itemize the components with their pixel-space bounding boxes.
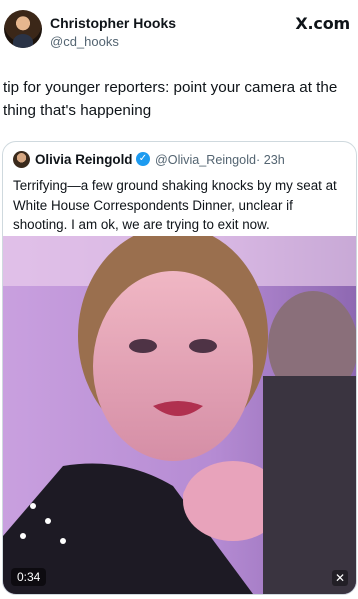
quoted-author-handle[interactable]: @Olivia_Reingold — [155, 153, 256, 167]
x-logo: X.com — [295, 14, 350, 33]
quoted-author-avatar[interactable] — [13, 151, 30, 168]
video-frame — [3, 236, 356, 594]
quoted-author-name[interactable]: Olivia Reingold — [35, 152, 132, 167]
mute-icon[interactable]: ✕ — [332, 570, 348, 586]
video-player[interactable]: 0:34 ✕ — [3, 236, 356, 594]
author-handle[interactable]: @cd_hooks — [50, 34, 119, 49]
quoted-tweet-text: Terrifying—a few ground shaking knocks b… — [13, 178, 337, 232]
tweet-header: Christopher Hooks @cd_hooks X.com — [0, 0, 358, 60]
verified-badge-icon: ✓ — [136, 152, 150, 166]
quoted-meta: @Olivia_Reingold· 23h — [155, 153, 285, 167]
author-name[interactable]: Christopher Hooks — [50, 15, 176, 31]
quoted-time: · 23h — [256, 153, 285, 167]
author-avatar[interactable] — [4, 10, 42, 48]
tweet-text: tip for younger reporters: point your ca… — [3, 79, 338, 119]
quoted-tweet[interactable]: Olivia Reingold ✓ @Olivia_Reingold· 23h … — [2, 141, 357, 595]
video-duration: 0:34 — [11, 568, 47, 586]
